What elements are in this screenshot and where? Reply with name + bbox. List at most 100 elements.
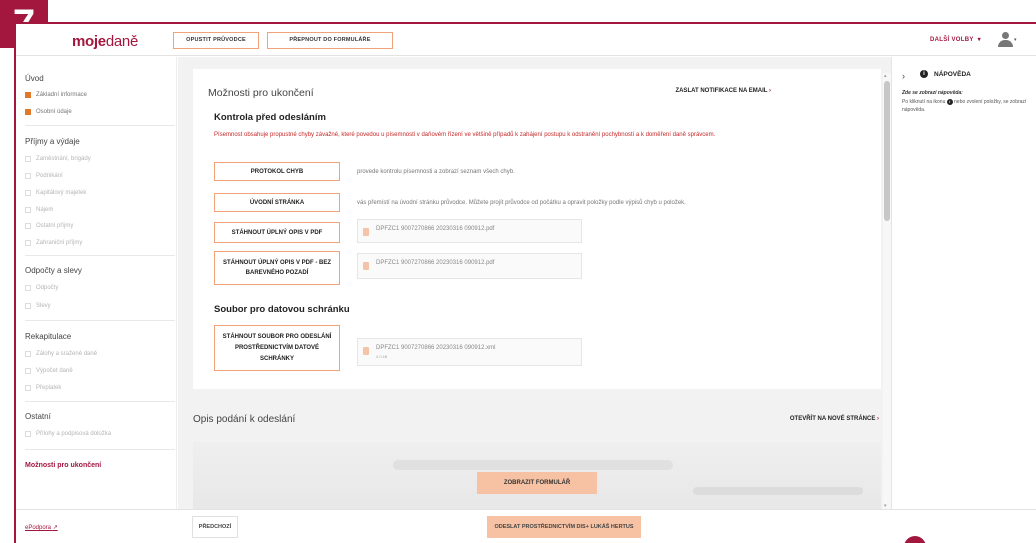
file-name: DPFZC1 9007270866 20230316 090912.xml	[376, 345, 496, 351]
open-new-label: OTEVŘÍT NA NOVÉ STRÁNCE	[789, 416, 876, 422]
sidebar-item[interactable]: Zahraniční příjmy	[25, 240, 82, 246]
help-title: NÁPOVĚDA	[934, 71, 971, 78]
divider	[25, 401, 175, 402]
blurred-line	[693, 487, 863, 495]
checkbox-icon	[25, 156, 31, 162]
checkbox-icon	[25, 285, 31, 291]
more-options-menu[interactable]: DALŠÍ VOLBY ▾	[930, 36, 981, 43]
user-menu[interactable]: ▾	[996, 32, 1018, 48]
home-page-button[interactable]: ÚVODNÍ STRÁNKA	[214, 193, 340, 212]
file-icon	[363, 347, 369, 355]
check-section-title: Kontrola před odesláním	[214, 112, 326, 123]
sidebar-item-label: Zálohy a sražené daně	[36, 351, 98, 357]
epodpora-link[interactable]: ePodpora ↗	[25, 524, 58, 531]
checkbox-icon	[25, 223, 31, 229]
file-icon	[363, 262, 369, 270]
previous-button[interactable]: PŘEDCHOZÍ	[192, 516, 238, 538]
download-pdf-button[interactable]: STÁHNOUT ÚPLNÝ OPIS V PDF	[214, 222, 340, 243]
sidebar-item-label: Odpočty	[36, 285, 59, 291]
checkbox-icon	[25, 173, 31, 179]
checkbox-icon	[25, 368, 31, 374]
divider	[25, 449, 175, 450]
caret-down-icon: ▾	[1014, 37, 1017, 43]
divider	[25, 255, 175, 256]
checkbox-icon	[25, 190, 31, 196]
send-dis-button[interactable]: ODESLAT PROSTŘEDNICTVÍM DIS+ LUKÁŠ HERTU…	[487, 516, 641, 538]
notify-email-link[interactable]: ZASLAT NOTIFIKACE NA EMAIL ›	[675, 88, 771, 94]
logo-moje: moje	[72, 33, 106, 50]
sidebar-item[interactable]: Slevy	[25, 303, 51, 309]
sidebar-item[interactable]: Přeplatek	[25, 385, 61, 391]
checkbox-icon	[25, 431, 31, 437]
help-desc-part: Po kliknutí na ikonu	[902, 99, 946, 105]
sidebar-item[interactable]: Kapitálový majetek	[25, 190, 86, 196]
checkbox-icon	[25, 385, 31, 391]
sidebar-section-uvod[interactable]: Úvod	[25, 74, 44, 83]
checkbox-icon	[25, 92, 31, 98]
footer: ePodpora ↗ PŘEDCHOZÍ ODESLAT PROSTŘEDNIC…	[16, 509, 1036, 543]
sidebar-item-osobni-udaje[interactable]: Osobní údaje	[25, 109, 72, 115]
chevron-right-icon: ›	[877, 416, 879, 422]
caret-down-icon: ▾	[977, 37, 981, 43]
sidebar-item-zakladni-informace[interactable]: Základní informace	[25, 92, 87, 98]
help-panel: › i NÁPOVĚDA Zde se zobrazí nápověda: Po…	[891, 57, 1036, 509]
frame-top-line	[14, 22, 1036, 24]
file-icon	[363, 228, 369, 236]
main-scrollbar[interactable]: ▴ ▾	[883, 73, 891, 509]
sidebar-section-ostatni[interactable]: Ostatní	[25, 412, 51, 421]
chevron-right-icon[interactable]: ›	[902, 71, 905, 81]
download-databox-button[interactable]: STÁHNOUT SOUBOR PRO ODESLÁNÍ PROSTŘEDNIC…	[214, 325, 340, 371]
sidebar-item-label: Výpočet daně	[36, 368, 73, 374]
sidebar-section-prijmy[interactable]: Příjmy a výdaje	[25, 137, 80, 146]
help-label: Zde se zobrazí nápověda:	[902, 90, 963, 96]
divider	[25, 320, 175, 321]
sidebar-item-moznosti-ukonceni[interactable]: Možnosti pro ukončení	[25, 462, 101, 469]
checkbox-icon	[25, 240, 31, 246]
switch-to-form-button[interactable]: PŘEPNOUT DO FORMULÁŘE	[267, 32, 393, 49]
show-form-button[interactable]: ZOBRAZIT FORMULÁŘ	[477, 472, 597, 494]
sidebar-item-label: Osobní údaje	[36, 109, 72, 115]
page-title: Možnosti pro ukončení	[208, 87, 314, 99]
user-icon-body	[998, 40, 1013, 47]
open-new-page-link[interactable]: OTEVŘÍT NA NOVÉ STRÁNCE ›	[790, 416, 879, 422]
chevron-right-icon: ›	[769, 88, 771, 94]
pdf-file-link[interactable]: DPFZC1 9007270866 20230316 090912.pdf	[357, 219, 582, 243]
sidebar-item[interactable]: Zaměstnání, brigády	[25, 156, 91, 162]
sidebar-item[interactable]: Výpočet daně	[25, 368, 73, 374]
file-name: DPFZC1 9007270866 20230316 090912.pdf	[376, 260, 495, 266]
sidebar-item-label: Přílohy a podpisová doložka	[36, 431, 112, 437]
info-icon: i	[946, 99, 953, 105]
sidebar-item[interactable]: Ostatní příjmy	[25, 223, 73, 229]
help-desc: Po kliknutí na ikonu i nebo zvolení polo…	[902, 98, 1036, 114]
sidebar-section-odpocty[interactable]: Odpočty a slevy	[25, 266, 82, 275]
sidebar: Úvod Základní informace Osobní údaje Pří…	[16, 57, 177, 509]
home-page-desc: vás přemístí na úvodní stránku průvodce.…	[357, 200, 686, 206]
exit-guide-button[interactable]: OPUSTIT PRŮVODCE	[173, 32, 259, 49]
sidebar-section-rekapitulace[interactable]: Rekapitulace	[25, 332, 71, 341]
sidebar-item[interactable]: Přílohy a podpisová doložka	[25, 431, 111, 437]
file-name: DPFZC1 9007270866 20230316 090912.pdf	[376, 226, 495, 232]
checkbox-icon	[25, 351, 31, 357]
scrollbar-thumb[interactable]	[884, 81, 890, 221]
divider	[25, 125, 175, 126]
file-size: 0.0 kB	[376, 354, 388, 359]
blurred-line	[393, 460, 673, 470]
sidebar-item-label: Slevy	[36, 303, 51, 309]
epodpora-label: ePodpora	[25, 525, 52, 531]
sidebar-item[interactable]: Podnikání	[25, 173, 63, 179]
sidebar-item-label: Podnikání	[36, 173, 63, 179]
logo-dane: daně	[105, 33, 138, 50]
error-protocol-button[interactable]: PROTOKOL CHYB	[214, 162, 340, 181]
logo[interactable]: mojedaně	[72, 33, 138, 50]
sidebar-item-label: Zaměstnání, brigády	[36, 156, 91, 162]
xml-file-link[interactable]: DPFZC1 9007270866 20230316 090912.xml 0.0…	[357, 338, 582, 366]
sidebar-item[interactable]: Odpočty	[25, 285, 58, 291]
download-pdf-nobg-button[interactable]: STÁHNOUT ÚPLNÝ OPIS V PDF - BEZ BAREVNÉH…	[214, 251, 340, 285]
external-link-icon: ↗	[52, 525, 58, 531]
sidebar-item[interactable]: Nájem	[25, 207, 53, 213]
sidebar-item[interactable]: Zálohy a sražené daně	[25, 351, 97, 357]
pdf-nobg-file-link[interactable]: DPFZC1 9007270866 20230316 090912.pdf	[357, 253, 582, 279]
options-card: Možnosti pro ukončení ZASLAT NOTIFIKACE …	[193, 69, 881, 389]
scroll-up-icon[interactable]: ▴	[884, 73, 887, 79]
error-protocol-desc: provede kontrolu písemnosti a zobrazí se…	[357, 169, 515, 175]
